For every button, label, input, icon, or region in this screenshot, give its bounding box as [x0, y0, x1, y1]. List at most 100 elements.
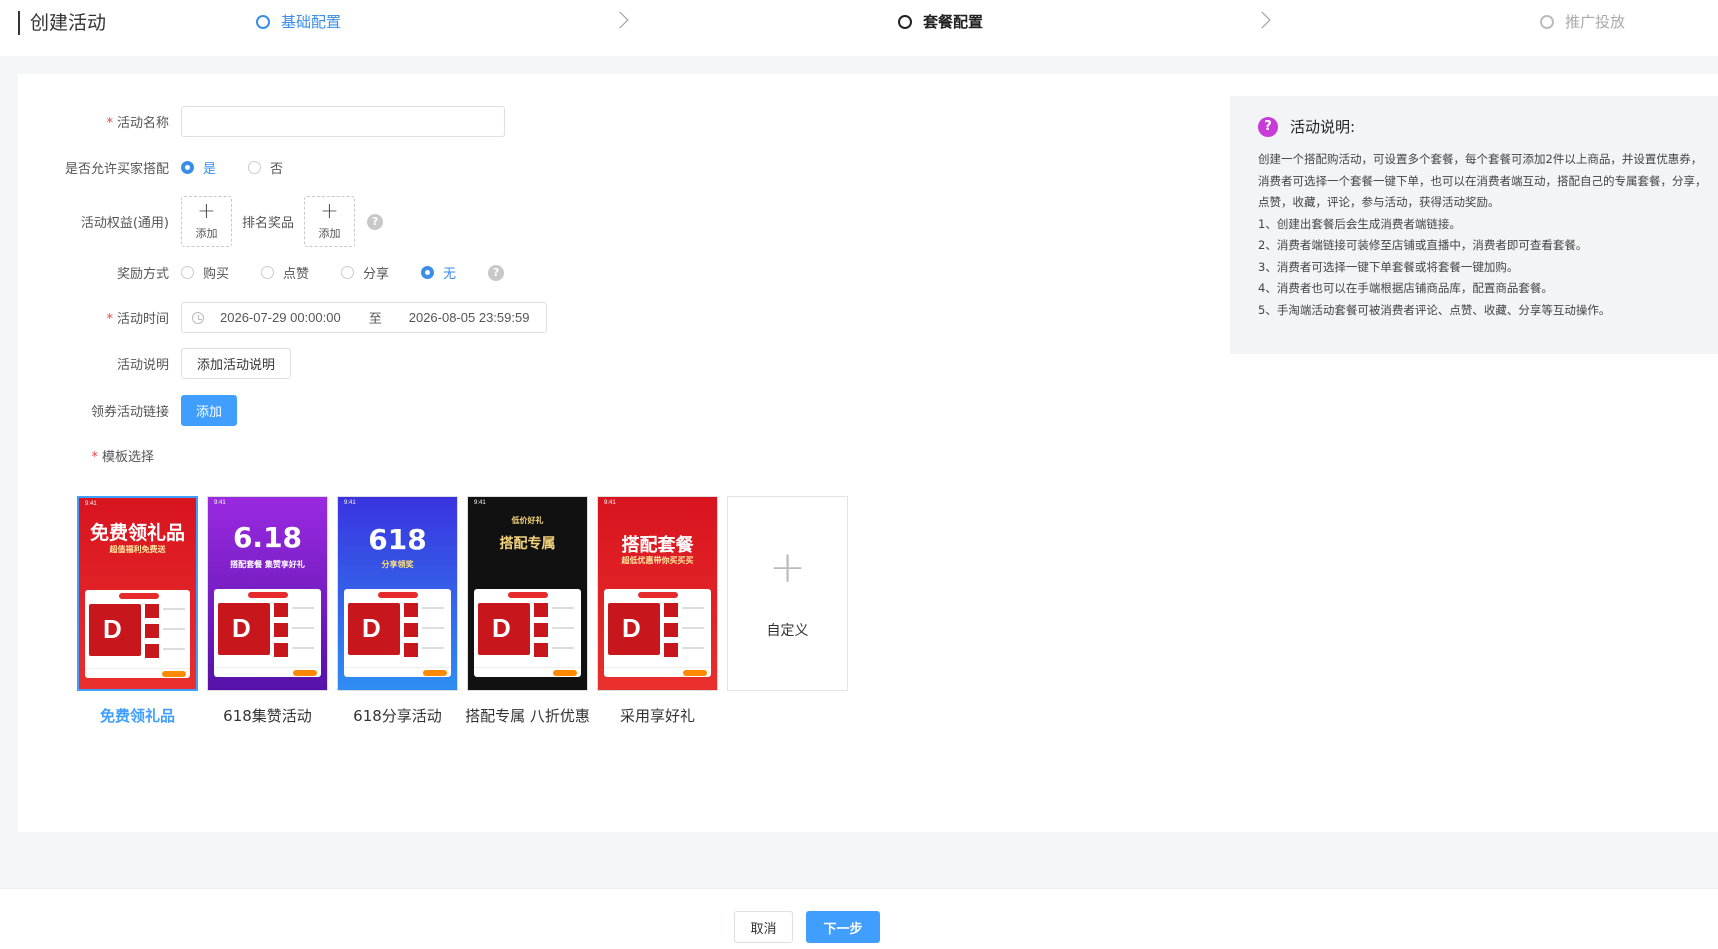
radio-yes[interactable]: 是: [181, 158, 216, 177]
info-paragraph: 3、消费者可选择一键下单套餐或将套餐一键加购。: [1258, 259, 1519, 274]
step-package-config[interactable]: 套餐配置: [898, 12, 983, 32]
step-label: 基础配置: [281, 13, 342, 31]
activity-name-label: * 活动名称: [106, 116, 169, 131]
custom-template-label: 自定义: [766, 622, 809, 639]
template-name[interactable]: 免费领礼品: [100, 705, 175, 726]
reward-label: 奖励方式: [116, 267, 169, 282]
template-preview-body: [214, 589, 321, 677]
activity-name-input[interactable]: [181, 106, 505, 137]
radio-share[interactable]: 分享: [341, 263, 389, 282]
top-bar: 创建活动 基础配置 套餐配置 推广投放: [0, 0, 1718, 56]
custom-template-button[interactable]: + 自定义: [727, 496, 848, 691]
clock-icon: [192, 311, 204, 324]
date-separator: 至: [368, 312, 382, 327]
status-bar: 9:41: [214, 500, 226, 506]
template-banner: 搭配套餐: [621, 535, 694, 556]
step-basic-config[interactable]: 基础配置: [256, 12, 341, 32]
radio-no[interactable]: 否: [248, 158, 283, 177]
info-text: 创建一个搭配购活动，可设置多个套餐，每个套餐可添加2件以上商品，并设置优惠券，消…: [1258, 149, 1708, 321]
info-header: ? 活动说明:: [1258, 116, 1718, 137]
row-activity-time: * 活动时间 2026-07-29 00:00:00 至 2026-08-05 2…: [18, 302, 547, 333]
plus-icon: +: [769, 541, 806, 593]
radio-dot-icon: [261, 266, 275, 279]
template-preview-body: [474, 589, 581, 677]
template-list: 9:41 免费领礼品 超值福利免费送 免费领礼品 9:41 6.18 搭配套餐 …: [77, 496, 857, 726]
cancel-button[interactable]: 取消: [734, 911, 793, 943]
end-date[interactable]: 2026-08-05 23:59:59: [409, 310, 530, 325]
rank-prize-label: 排名奖品: [242, 216, 295, 231]
row-activity-name: * 活动名称: [18, 106, 505, 137]
step-label: 套餐配置: [923, 13, 984, 31]
template-banner: 搭配专属: [499, 536, 556, 552]
template-banner: 6.18: [232, 521, 303, 554]
template-label: * 模板选择: [91, 450, 154, 465]
question-icon: ?: [1258, 116, 1278, 137]
step-circle-icon: [256, 15, 270, 29]
template-name[interactable]: 搭配专属 八折优惠: [465, 705, 590, 726]
row-reward: 奖励方式 购买 点赞 分享 无 ?: [18, 263, 505, 282]
step-circle-icon: [898, 15, 912, 29]
template-thumbnail[interactable]: 9:41 搭配专属 低价好礼: [467, 496, 588, 691]
start-date[interactable]: 2026-07-29 00:00:00: [220, 310, 341, 325]
template-card-custom[interactable]: + 自定义: [727, 496, 848, 726]
template-preview-body: [344, 589, 451, 677]
template-name[interactable]: 618分享活动: [353, 705, 442, 726]
info-title: 活动说明:: [1290, 118, 1356, 136]
add-rank-prize-button[interactable]: + 添加: [304, 196, 356, 247]
template-name[interactable]: 采用享好礼: [620, 705, 695, 726]
template-name[interactable]: 618集赞活动: [223, 705, 312, 726]
template-subtitle: 超低优惠带你买买买: [621, 556, 694, 565]
radio-like[interactable]: 点赞: [261, 263, 309, 282]
row-template: * 模板选择: [18, 446, 166, 465]
radio-buy[interactable]: 购买: [181, 263, 229, 282]
template-thumbnail[interactable]: 9:41 618 分享领奖: [337, 496, 458, 691]
radio-dot-icon: [341, 266, 355, 279]
template-preview-body: [604, 589, 711, 677]
benefits-label: 活动权益(通用): [80, 216, 169, 231]
chevron-right-icon: [611, 11, 629, 29]
activity-info-panel: ? 活动说明: 创建一个搭配购活动，可设置多个套餐，每个套餐可添加2件以上商品，…: [1230, 96, 1718, 354]
footer-bar: 取消 下一步: [0, 888, 1718, 949]
radio-dot-icon: [421, 266, 435, 279]
template-card[interactable]: 9:41 6.18 搭配套餐 集赞享好礼 618集赞活动: [207, 496, 328, 726]
template-card[interactable]: 9:41 免费领礼品 超值福利免费送 免费领礼品: [77, 496, 198, 726]
row-description: 活动说明 添加活动说明: [18, 348, 292, 379]
row-coupon-link: 领券活动链接 添加: [18, 395, 238, 426]
template-preview-body: [85, 590, 190, 678]
status-bar: 9:41: [344, 500, 356, 506]
template-card[interactable]: 9:41 618 分享领奖 618分享活动: [337, 496, 458, 726]
template-subtitle: 低价好礼: [511, 516, 544, 525]
info-paragraph: 创建一个搭配购活动，可设置多个套餐，每个套餐可添加2件以上商品，并设置优惠券，消…: [1258, 152, 1707, 209]
step-promotion[interactable]: 推广投放: [1540, 12, 1625, 32]
description-label: 活动说明: [116, 358, 169, 373]
allow-combo-label: 是否允许买家搭配: [64, 162, 169, 177]
plus-icon: +: [320, 199, 339, 224]
activity-time-label: * 活动时间: [106, 312, 169, 327]
row-benefits: 活动权益(通用) + 添加 排名奖品 + 添加 ?: [18, 196, 384, 247]
template-thumbnail[interactable]: 9:41 搭配套餐 超低优惠带你买买买: [597, 496, 718, 691]
status-bar: 9:41: [474, 500, 486, 506]
template-thumbnail[interactable]: 9:41 免费领礼品 超值福利免费送: [77, 496, 198, 691]
template-banner: 免费领礼品: [89, 522, 185, 544]
template-card[interactable]: 9:41 搭配套餐 超低优惠带你买买买 采用享好礼: [597, 496, 718, 726]
help-icon[interactable]: ?: [367, 213, 384, 230]
step-label: 推广投放: [1565, 13, 1626, 31]
add-coupon-button[interactable]: 添加: [181, 395, 238, 426]
radio-dot-icon: [181, 266, 194, 279]
page-title: 创建活动: [18, 11, 106, 35]
radio-none[interactable]: 无: [421, 263, 456, 282]
row-allow-combo: 是否允许买家搭配 是 否: [18, 158, 315, 177]
add-description-button[interactable]: 添加活动说明: [181, 348, 292, 379]
template-subtitle: 搭配套餐 集赞享好礼: [230, 560, 305, 569]
add-benefit-button[interactable]: + 添加: [181, 196, 232, 247]
info-paragraph: 5、手淘端活动套餐可被消费者评论、点赞、收藏、分享等互动操作。: [1258, 302, 1611, 317]
date-range-picker[interactable]: 2026-07-29 00:00:00 至 2026-08-05 23:59:5…: [181, 302, 547, 333]
template-banner: 618: [368, 523, 427, 556]
info-paragraph: 4、消费者也可以在手端根据店铺商品库，配置商品套餐。: [1258, 281, 1553, 295]
help-icon[interactable]: ?: [488, 264, 505, 281]
template-thumbnail[interactable]: 9:41 6.18 搭配套餐 集赞享好礼: [207, 496, 328, 691]
plus-icon: +: [197, 199, 216, 224]
next-step-button[interactable]: 下一步: [806, 911, 880, 943]
coupon-link-label: 领券活动链接: [90, 405, 169, 420]
template-card[interactable]: 9:41 搭配专属 低价好礼 搭配专属 八折优惠: [465, 496, 590, 726]
